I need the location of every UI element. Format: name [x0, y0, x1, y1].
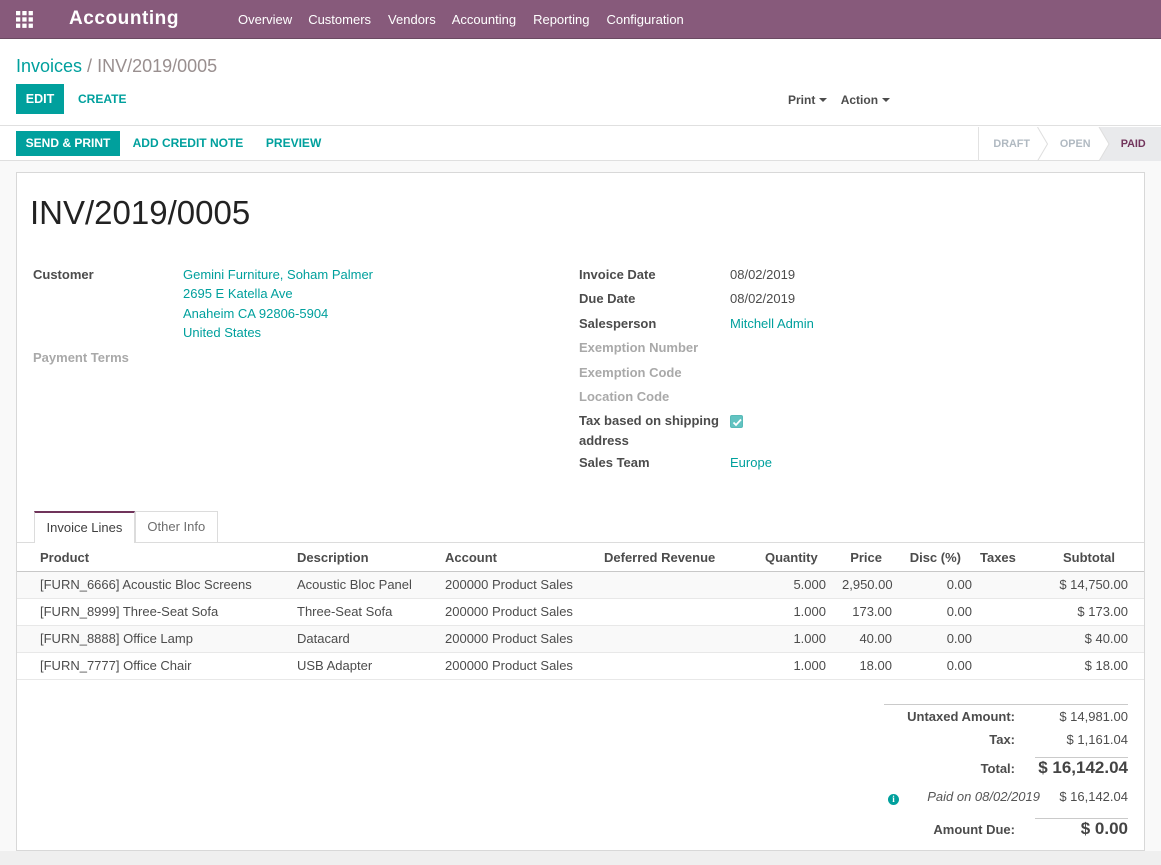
svg-text:PAID: PAID [1121, 138, 1146, 150]
svg-text:OPEN: OPEN [1060, 138, 1091, 150]
svg-text:DRAFT: DRAFT [993, 138, 1030, 150]
